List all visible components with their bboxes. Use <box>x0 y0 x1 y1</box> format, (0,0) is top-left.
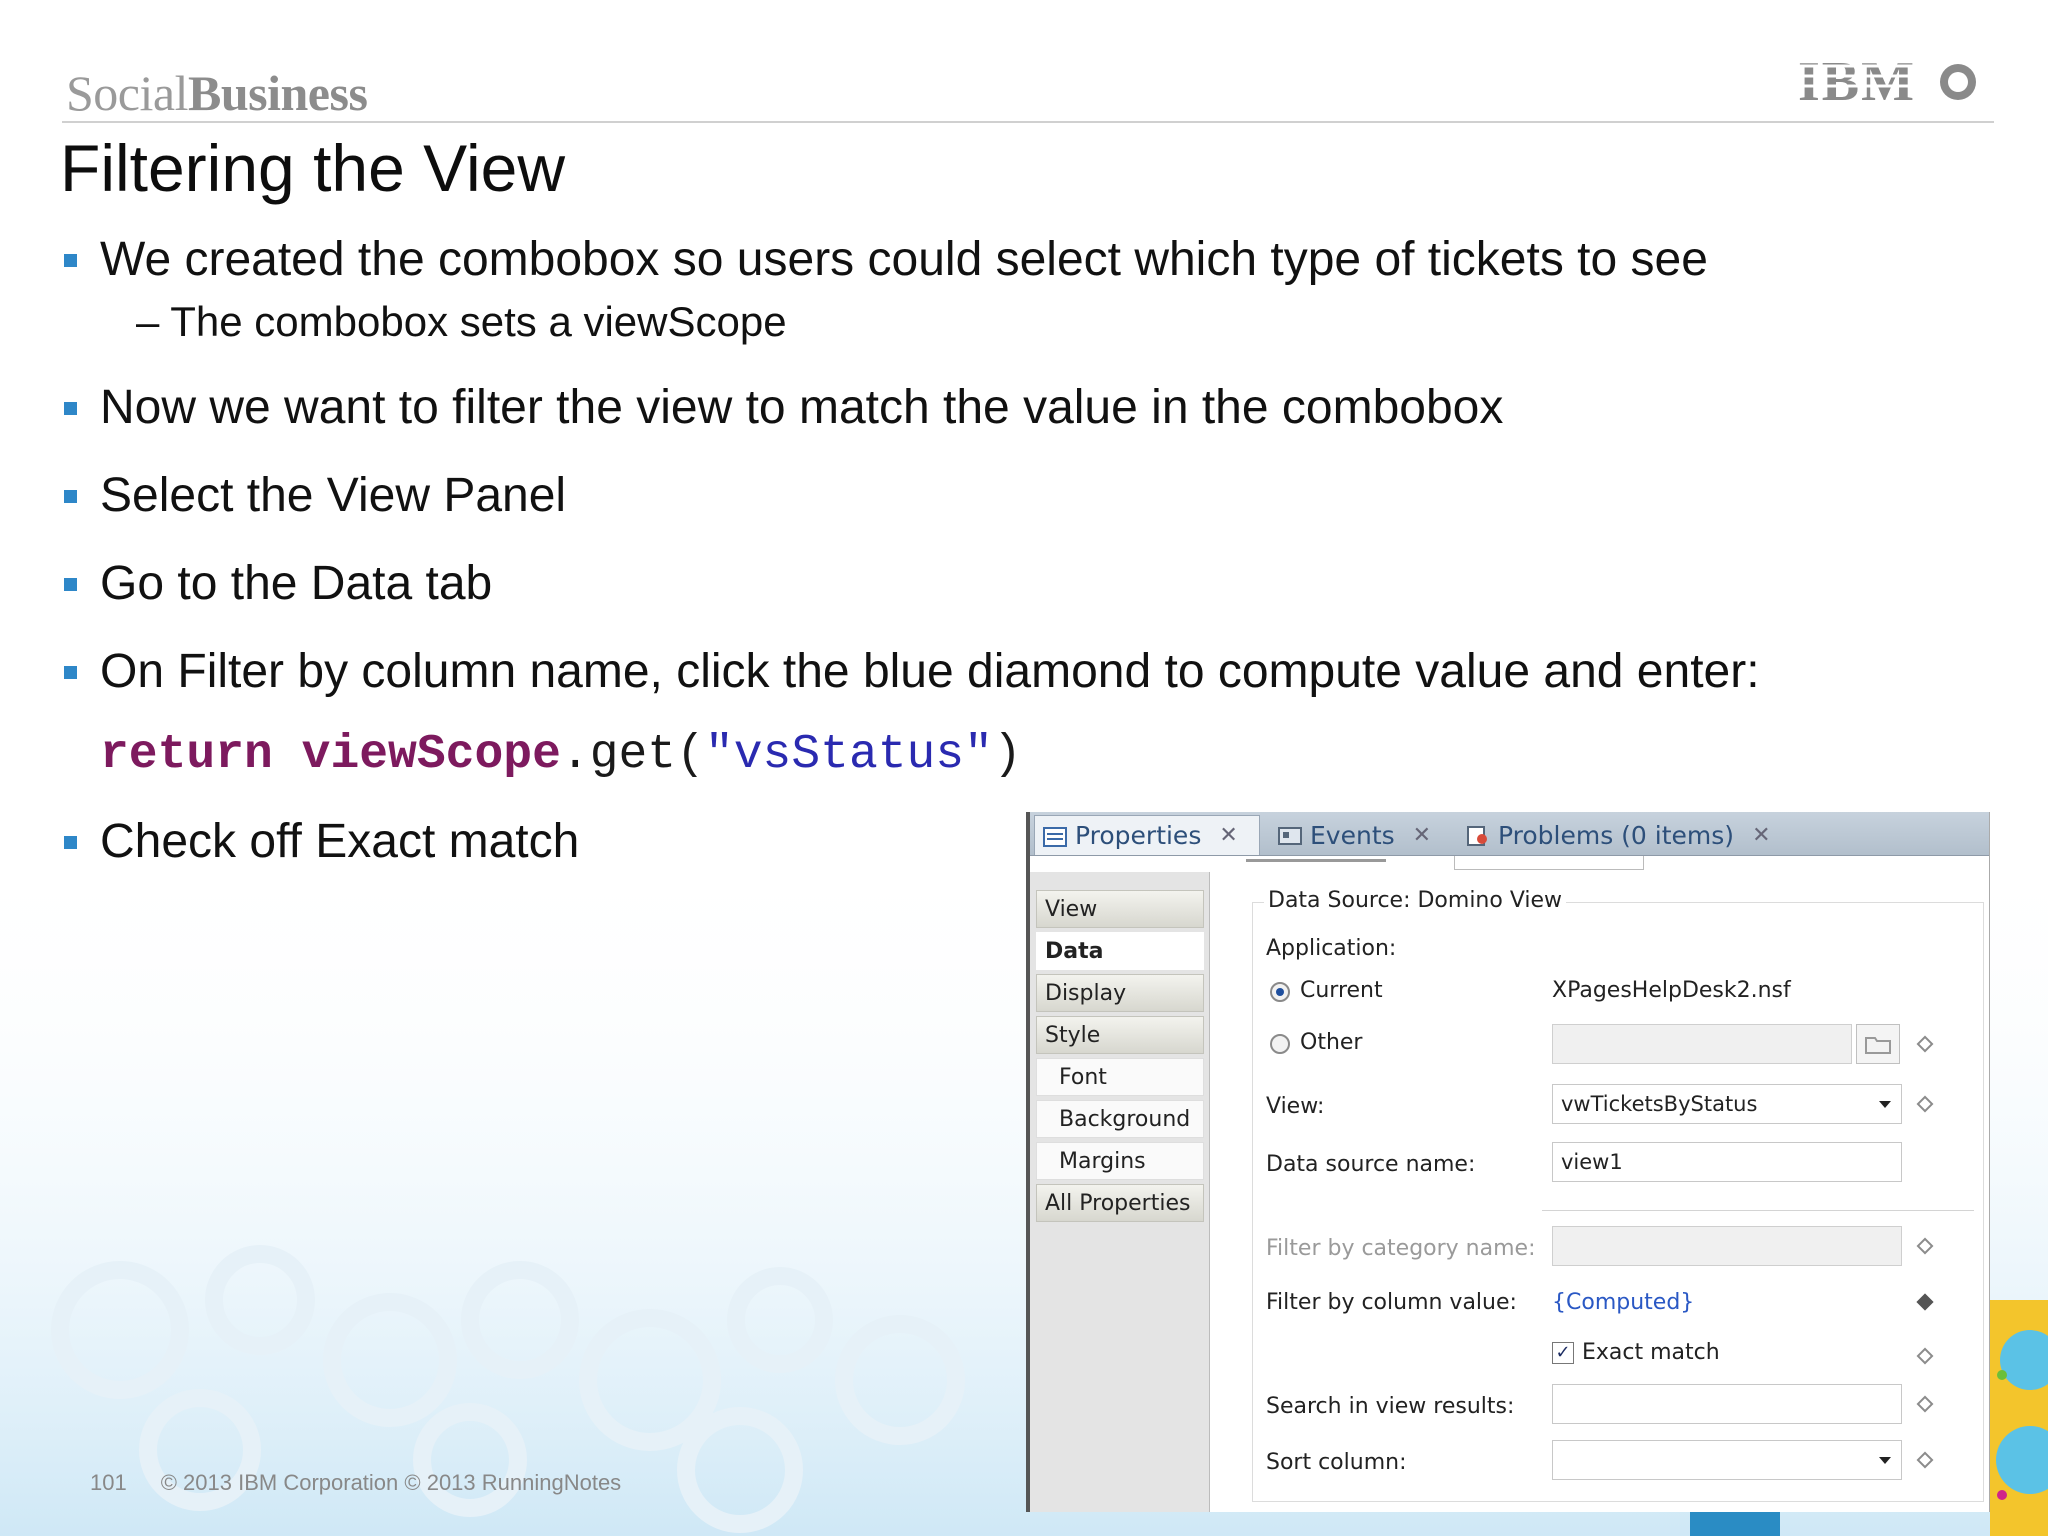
bullet-square-icon <box>64 836 77 849</box>
view-select-value: vwTicketsByStatus <box>1561 1092 1758 1116</box>
ibm-logo: IBM <box>1798 51 1976 110</box>
folder-icon <box>1865 1037 1891 1054</box>
view-label: View: <box>1266 1094 1325 1119</box>
problems-icon <box>1466 824 1490 846</box>
current-database-value: XPagesHelpDesk2.nsf <box>1552 978 1791 1003</box>
tab-events-label: Events <box>1310 820 1395 850</box>
search-input[interactable] <box>1552 1384 1902 1424</box>
sidebar-item-font[interactable]: Font <box>1036 1058 1204 1096</box>
bullet-square-icon <box>64 254 77 267</box>
chevron-down-icon <box>1879 1101 1891 1108</box>
other-label: Other <box>1300 1030 1363 1055</box>
bullet-text: On Filter by column name, click the blue… <box>100 645 1760 698</box>
ibm-logo-text: IBM <box>1798 51 1916 110</box>
social-business-logo: SocialBusiness <box>66 64 368 122</box>
slide-title: Filtering the View <box>60 131 566 205</box>
filter-column-computed-value[interactable]: {Computed} <box>1552 1290 1694 1315</box>
code-close: ) <box>992 728 1022 782</box>
data-source-name-input[interactable]: view1 <box>1552 1142 1902 1182</box>
bullet-square-icon <box>64 402 77 415</box>
code-snippet: return viewScope.get("vsStatus") <box>100 728 1022 782</box>
brand-bold-text: Business <box>187 65 368 121</box>
sidebar-item-margins[interactable]: Margins <box>1036 1142 1204 1180</box>
sidebar-item-style[interactable]: Style <box>1036 1016 1204 1054</box>
view-tab-bar: Properties ✕ Events ✕ Problems (0 items)… <box>1030 812 1989 856</box>
view-select[interactable]: vwTicketsByStatus <box>1552 1084 1902 1124</box>
close-icon[interactable]: ✕ <box>1413 823 1431 848</box>
sidebar-item-all-properties[interactable]: All Properties <box>1036 1184 1204 1222</box>
radio-other[interactable] <box>1270 1034 1290 1054</box>
bullet-square-icon <box>64 666 77 679</box>
code-method: .get( <box>560 728 705 782</box>
tab-problems[interactable]: Problems (0 items) ✕ <box>1458 815 1788 855</box>
copyright: © 2013 IBM Corporation © 2013 RunningNot… <box>160 1470 622 1495</box>
cut-off-header-fragment <box>1246 856 1396 872</box>
filter-category-input[interactable] <box>1552 1226 1902 1266</box>
close-icon[interactable]: ✕ <box>1752 823 1770 848</box>
filter-category-label: Filter by category name: <box>1266 1236 1536 1261</box>
bullet-text: Select the View Panel <box>100 469 567 522</box>
radio-current[interactable] <box>1270 982 1290 1002</box>
bullet-text: Now we want to filter the view to match … <box>100 381 1504 434</box>
properties-panel-screenshot: Properties ✕ Events ✕ Problems (0 items)… <box>1026 812 1990 1512</box>
brand-light-text: Social <box>66 65 188 121</box>
sort-column-select[interactable] <box>1552 1440 1902 1480</box>
properties-sidebar: View Data Display Style Font Background … <box>1030 872 1210 1512</box>
properties-icon <box>1043 825 1067 847</box>
bullet-text: We created the combobox so users could s… <box>100 233 1708 286</box>
filter-column-label: Filter by column value: <box>1266 1290 1517 1315</box>
bullet-square-icon <box>64 578 77 591</box>
bullet-text: Go to the Data tab <box>100 557 493 610</box>
browse-button[interactable] <box>1856 1024 1900 1064</box>
tab-properties[interactable]: Properties ✕ <box>1034 815 1260 855</box>
sidebar-item-view[interactable]: View <box>1036 890 1204 928</box>
search-label: Search in view results: <box>1266 1394 1515 1419</box>
sidebar-item-background[interactable]: Background <box>1036 1100 1204 1138</box>
bullet-text: Check off Exact match <box>100 815 580 868</box>
events-icon <box>1278 824 1302 846</box>
tab-properties-label: Properties <box>1075 821 1202 850</box>
footer: 101 © 2013 IBM Corporation © 2013 Running… <box>90 1470 621 1496</box>
group-title: Data Source: Domino View <box>1264 888 1567 913</box>
section-divider <box>1542 1210 1974 1211</box>
exact-match-label: Exact match <box>1582 1340 1720 1365</box>
sort-column-label: Sort column: <box>1266 1450 1407 1475</box>
code-keyword-viewscope: viewScope <box>301 728 561 782</box>
bullet-square-icon <box>64 490 77 503</box>
cut-off-button-fragment <box>1454 856 1644 870</box>
header-divider <box>62 121 1994 123</box>
code-string: "vsStatus" <box>704 728 993 782</box>
sidebar-item-display[interactable]: Display <box>1036 974 1204 1012</box>
tab-events[interactable]: Events ✕ <box>1270 815 1448 855</box>
close-icon[interactable]: ✕ <box>1219 823 1237 848</box>
page-number: 101 <box>90 1470 127 1495</box>
other-database-input[interactable] <box>1552 1024 1852 1064</box>
tab-problems-label: Problems (0 items) <box>1498 820 1735 850</box>
current-label: Current <box>1300 978 1383 1003</box>
application-label: Application: <box>1266 936 1397 961</box>
chevron-down-icon <box>1879 1457 1891 1464</box>
code-keyword-return: return <box>100 728 273 782</box>
sub-bullet: – The combobox sets a viewScope <box>136 298 787 345</box>
exact-match-checkbox[interactable]: ✓ <box>1552 1342 1574 1364</box>
data-source-name-label: Data source name: <box>1266 1152 1476 1177</box>
sidebar-item-data[interactable]: Data <box>1036 932 1204 970</box>
